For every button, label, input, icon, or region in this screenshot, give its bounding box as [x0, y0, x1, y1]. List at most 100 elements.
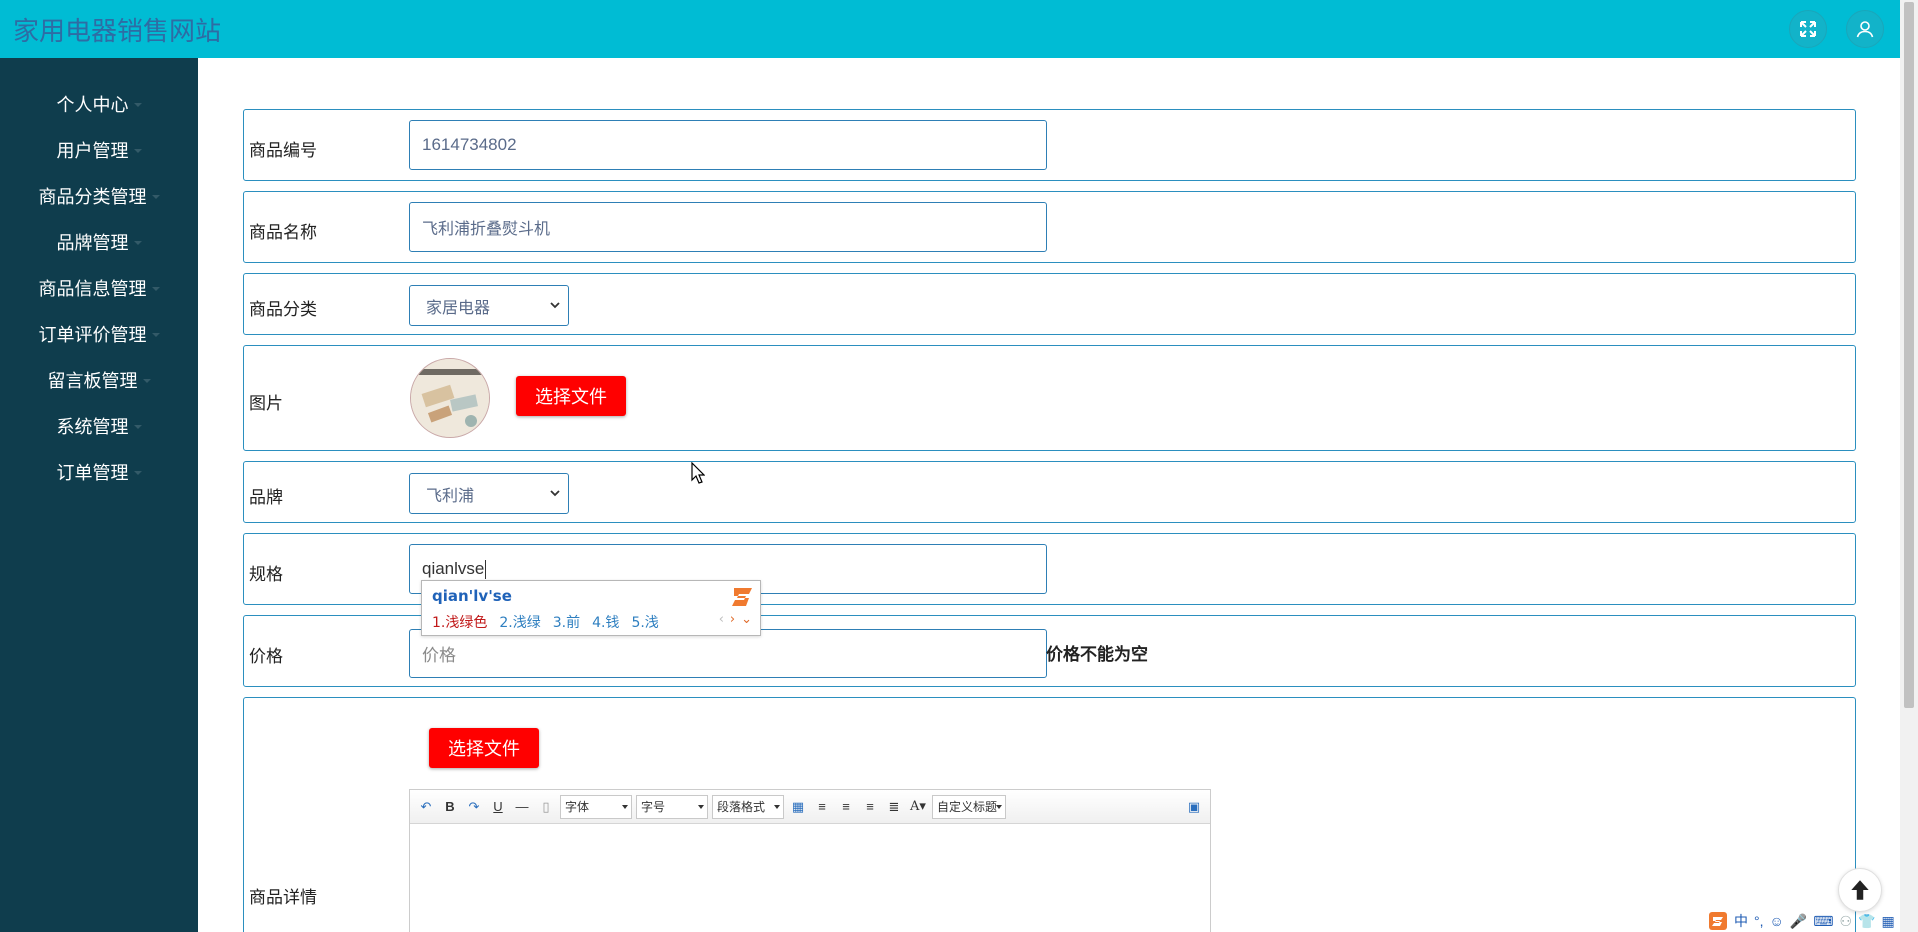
field-label: 图片 — [249, 394, 283, 413]
price-error-message: 价格不能为空 — [1046, 645, 1148, 664]
form-row-product-name: 商品名称 飞利浦折叠熨斗机 — [243, 191, 1856, 263]
sidebar-item-category-management[interactable]: 商品分类管理 — [0, 173, 198, 219]
select-value: 家居电器 — [426, 299, 491, 317]
input-value: 1614734802 — [422, 135, 517, 154]
choose-detail-file-button[interactable]: 选择文件 — [429, 728, 539, 768]
sidebar-item-label: 系统管理 — [56, 417, 129, 437]
product-name-input[interactable]: 飞利浦折叠熨斗机 — [409, 202, 1047, 252]
combo-label: 字号 — [641, 800, 666, 814]
ime-candidate[interactable]: 4.钱 — [592, 612, 619, 632]
field-label: 商品名称 — [249, 223, 317, 242]
font-color-icon[interactable]: A▾ — [908, 797, 928, 817]
form-row-brand: 品牌 飞利浦 — [243, 461, 1856, 523]
form-row-detail: 商品详情 选择文件 ↶ B ↷ U — ▯ 字体 字号 段落格式 ▦ ≡ ≡ ≡… — [243, 697, 1856, 932]
choose-image-file-button[interactable]: 选择文件 — [516, 376, 626, 416]
arrow-up-icon — [1851, 880, 1869, 900]
sogou-ime-icon[interactable] — [1708, 911, 1728, 931]
fullscreen-editor-icon[interactable]: ▣ — [1184, 797, 1204, 817]
sidebar-item-order-review-management[interactable]: 订单评价管理 — [0, 311, 198, 357]
punctuation-icon[interactable]: °, — [1754, 913, 1764, 929]
site-title: 家用电器销售网站 — [13, 16, 222, 46]
input-value: qianlvse — [422, 559, 485, 578]
user-settings-icon[interactable]: ⚇ — [1839, 913, 1852, 930]
product-no-input[interactable]: 1614734802 — [409, 120, 1047, 170]
sidebar-item-personal-center[interactable]: 个人中心 — [0, 81, 198, 127]
align-left-icon[interactable]: ≡ — [812, 797, 832, 817]
brand-select[interactable]: 飞利浦 — [409, 473, 569, 514]
form-row-product-no: 商品编号 1614734802 — [243, 109, 1856, 181]
combo-label: 字体 — [565, 800, 590, 814]
align-justify-icon[interactable]: ≣ — [884, 797, 904, 817]
chevron-left-icon[interactable]: ‹ — [719, 612, 724, 627]
microphone-icon[interactable]: 🎤 — [1790, 913, 1807, 930]
caret-down-icon — [133, 425, 142, 429]
sogou-ime-logo-icon — [732, 588, 752, 606]
product-thumbnail — [410, 358, 490, 438]
keyboard-icon[interactable]: ⌨ — [1813, 913, 1833, 930]
caret-down-icon — [133, 149, 142, 153]
category-select[interactable]: 家居电器 — [409, 285, 569, 326]
paragraph-format-combo[interactable]: 段落格式 — [712, 794, 784, 819]
caret-down-icon — [151, 195, 160, 199]
skin-icon[interactable]: 👕 — [1858, 913, 1875, 930]
sidebar-item-system-management[interactable]: 系统管理 — [0, 403, 198, 449]
page-scrollbar[interactable] — [1900, 0, 1918, 932]
custom-title-combo[interactable]: 自定义标题 — [932, 794, 1006, 819]
ime-candidate[interactable]: 1.浅绿色 — [432, 612, 487, 632]
rich-text-editor: ↶ B ↷ U — ▯ 字体 字号 段落格式 ▦ ≡ ≡ ≡ ≣ A▾ 自定义标… — [409, 789, 1211, 932]
combo-label: 段落格式 — [717, 800, 766, 814]
input-placeholder: 价格 — [422, 646, 456, 665]
scrollbar-thumb[interactable] — [1904, 2, 1914, 708]
text-caret — [485, 559, 487, 579]
sidebar-item-label: 订单管理 — [56, 463, 129, 483]
ime-candidate[interactable]: 5.浅 — [631, 612, 658, 632]
sidebar-item-brand-management[interactable]: 品牌管理 — [0, 219, 198, 265]
input-value: 飞利浦折叠熨斗机 — [422, 221, 551, 238]
caret-down-icon — [151, 333, 160, 337]
sidebar-item-label: 个人中心 — [56, 95, 129, 115]
user-icon[interactable] — [1846, 10, 1884, 48]
sidebar-item-user-management[interactable]: 用户管理 — [0, 127, 198, 173]
field-label: 商品分类 — [249, 300, 317, 319]
sidebar-item-order-management[interactable]: 订单管理 — [0, 449, 198, 495]
caret-down-icon — [151, 287, 160, 291]
mouse-cursor-icon — [691, 462, 705, 484]
field-label: 商品详情 — [249, 888, 317, 907]
font-family-combo[interactable]: 字体 — [560, 794, 632, 819]
ime-page-arrows: ‹ › ⌄ — [719, 612, 752, 627]
font-size-combo[interactable]: 字号 — [636, 794, 708, 819]
form-row-category: 商品分类 家居电器 — [243, 273, 1856, 335]
back-to-top-button[interactable] — [1838, 868, 1882, 912]
sidebar-item-product-info-management[interactable]: 商品信息管理 — [0, 265, 198, 311]
field-label: 商品编号 — [249, 141, 317, 160]
chevron-down-icon[interactable]: ⌄ — [741, 612, 752, 627]
ime-candidate[interactable]: 3.前 — [553, 612, 580, 632]
form-row-image: 图片 选择文件 — [243, 345, 1856, 451]
horizontal-rule-icon[interactable]: — — [512, 797, 532, 817]
toolbox-icon[interactable]: ▦ — [1881, 913, 1894, 930]
undo-icon[interactable]: ↶ — [416, 797, 436, 817]
top-bar: 家用电器销售网站 — [0, 0, 1900, 58]
sidebar: 个人中心 用户管理 商品分类管理 品牌管理 商品信息管理 订单评价管理 留言板管… — [0, 58, 198, 932]
sidebar-item-label: 商品分类管理 — [38, 187, 147, 207]
sidebar-item-message-board-management[interactable]: 留言板管理 — [0, 357, 198, 403]
sidebar-item-label: 用户管理 — [56, 141, 129, 161]
bold-icon[interactable]: B — [440, 797, 460, 817]
ime-mode-toggle[interactable]: 中 — [1734, 911, 1748, 931]
redo-icon[interactable]: ↷ — [464, 797, 484, 817]
emoji-icon[interactable]: ☺ — [1770, 913, 1784, 929]
ime-candidate[interactable]: 2.浅绿 — [499, 612, 540, 632]
fullscreen-icon[interactable] — [1789, 10, 1827, 48]
sidebar-item-label: 商品信息管理 — [38, 279, 147, 299]
field-label: 规格 — [249, 565, 283, 584]
ime-status-bar: 中 °, ☺ 🎤 ⌨ ⚇ 👕 ▦ — [1708, 910, 1895, 932]
table-icon[interactable]: ▦ — [788, 797, 808, 817]
price-input[interactable]: 价格 — [409, 629, 1047, 678]
chevron-down-icon — [550, 302, 560, 309]
align-center-icon[interactable]: ≡ — [860, 797, 880, 817]
caret-down-icon — [133, 471, 142, 475]
page-icon[interactable]: ▯ — [536, 797, 556, 817]
align-right-icon[interactable]: ≡ — [836, 797, 856, 817]
underline-icon[interactable]: U — [488, 797, 508, 817]
chevron-right-icon[interactable]: › — [730, 612, 735, 627]
